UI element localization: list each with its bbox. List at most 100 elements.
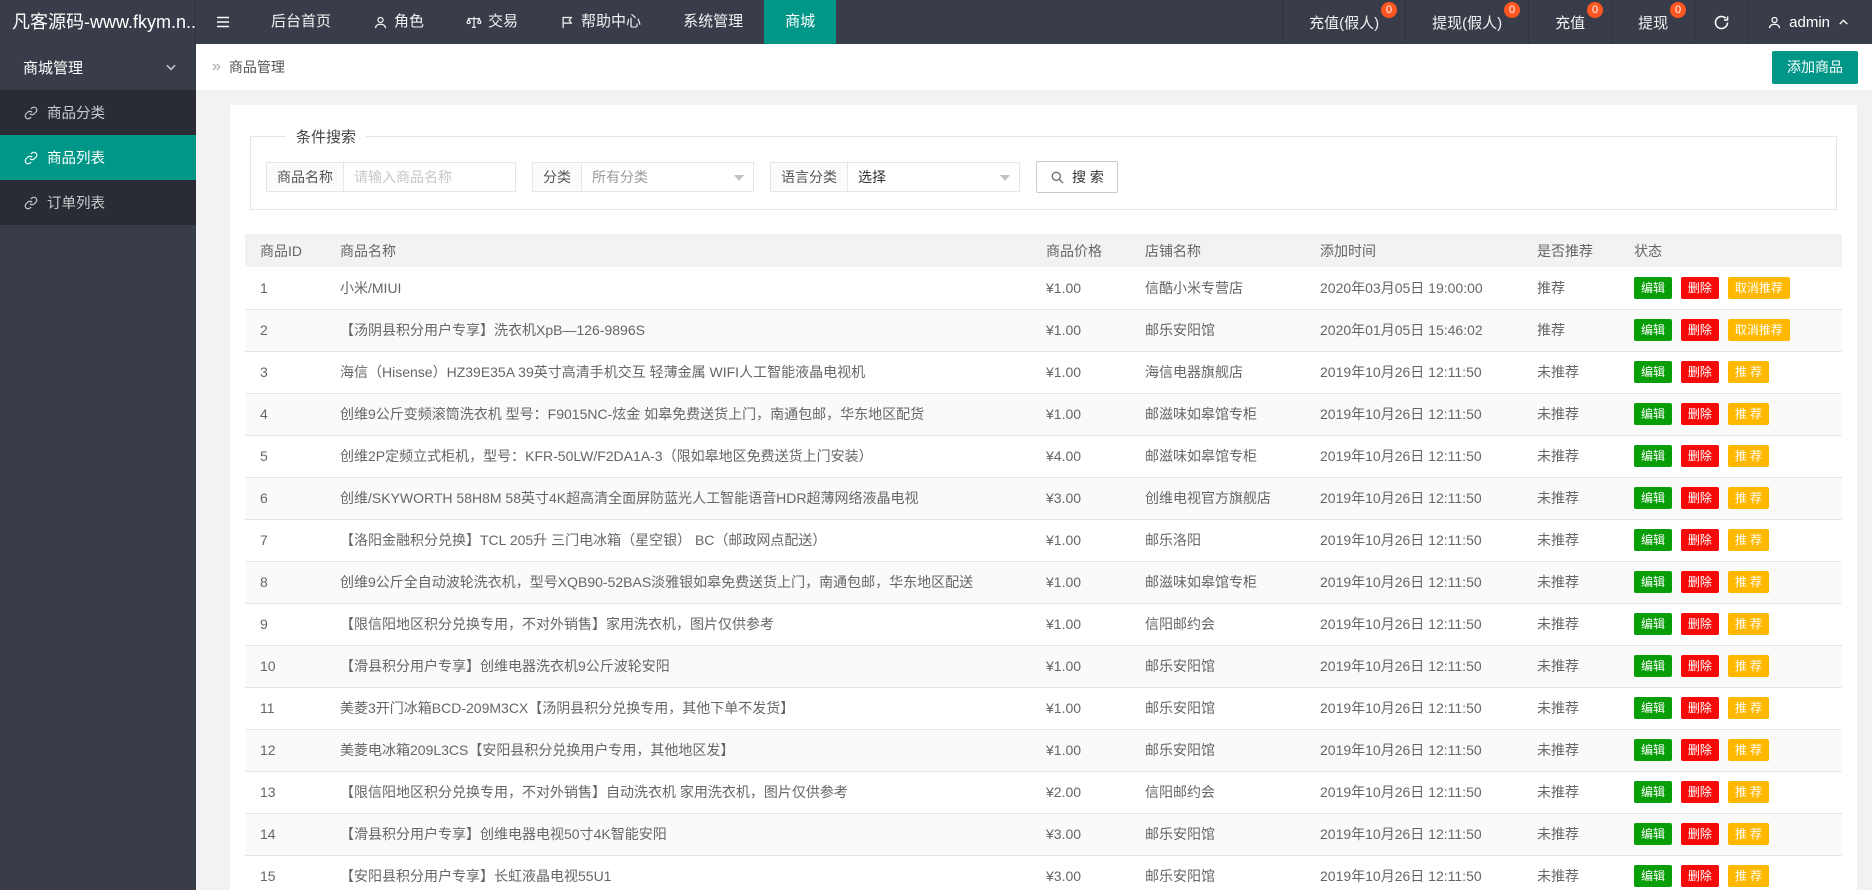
delete-button[interactable]: 删除: [1680, 655, 1719, 677]
delete-button[interactable]: 删除: [1680, 529, 1719, 551]
edit-button[interactable]: 编辑: [1634, 739, 1673, 761]
topbar: 凡客源码-www.fkym.n... 后台首页 角色 交易 帮助中心 系统管理 …: [0, 0, 1872, 44]
edit-button[interactable]: 编辑: [1634, 361, 1673, 383]
app-logo: 凡客源码-www.fkym.n...: [0, 0, 196, 44]
cell-actions: 编辑 删除 推 荐: [1619, 645, 1842, 688]
add-product-button[interactable]: 添加商品: [1772, 50, 1858, 84]
recommend-toggle-button[interactable]: 取消推荐: [1727, 276, 1790, 299]
recommend-toggle-button[interactable]: 推 荐: [1727, 613, 1770, 635]
cell-product-id: 14: [245, 813, 325, 856]
delete-button[interactable]: 删除: [1680, 781, 1719, 803]
product-name-field-group: 商品名称: [266, 162, 516, 192]
search-button[interactable]: 搜 索: [1036, 161, 1118, 193]
user-menu[interactable]: admin: [1748, 0, 1872, 44]
sidebar-group-mall-management[interactable]: 商城管理: [0, 44, 196, 90]
cell-product-name: 【洛阳金融积分兑换】TCL 205升 三门电冰箱（星空银） BC（邮政网点配送）: [325, 519, 1031, 562]
category-field-group: 分类 所有分类: [532, 162, 754, 192]
edit-button[interactable]: 编辑: [1634, 655, 1673, 677]
cell-actions: 编辑 删除 推 荐: [1619, 855, 1842, 890]
delete-button[interactable]: 删除: [1680, 697, 1719, 719]
edit-button[interactable]: 编辑: [1634, 613, 1673, 635]
cell-product-name: 海信（Hisense）HZ39E35A 39英寸高清手机交互 轻薄金属 WIFI…: [325, 351, 1031, 394]
quick-withdraw-fake[interactable]: 提现(假人) 0: [1405, 0, 1528, 44]
column-header: 添加时间: [1305, 234, 1522, 267]
edit-button[interactable]: 编辑: [1634, 529, 1673, 551]
quick-recharge-fake[interactable]: 充值(假人) 0: [1282, 0, 1405, 44]
edit-button[interactable]: 编辑: [1634, 823, 1673, 845]
table-row: 7 【洛阳金融积分兑换】TCL 205升 三门电冰箱（星空银） BC（邮政网点配…: [245, 519, 1842, 562]
delete-button[interactable]: 删除: [1680, 823, 1719, 845]
sidebar-item-product-category[interactable]: 商品分类: [0, 90, 196, 135]
cell-product-name: 小米/MIUI: [325, 267, 1031, 310]
recommend-toggle-button[interactable]: 推 荐: [1727, 361, 1770, 383]
delete-button[interactable]: 删除: [1680, 361, 1719, 383]
edit-button[interactable]: 编辑: [1634, 403, 1673, 425]
edit-button[interactable]: 编辑: [1634, 781, 1673, 803]
sidebar-item-order-list[interactable]: 订单列表: [0, 180, 196, 225]
nav-item-home[interactable]: 后台首页: [250, 0, 352, 44]
nav-item-help-center[interactable]: 帮助中心: [539, 0, 662, 44]
recommend-toggle-button[interactable]: 推 荐: [1727, 529, 1770, 551]
language-select[interactable]: 选择: [848, 162, 1020, 192]
table-row: 6 创维/SKYWORTH 58H8M 58英寸4K超高清全面屏防蓝光人工智能语…: [245, 477, 1842, 520]
nav-item-trade[interactable]: 交易: [445, 0, 539, 44]
cell-product-id: 9: [245, 603, 325, 646]
cell-product-name: 美菱3开门冰箱BCD-209M3CX【汤阴县积分兑换专用，其他下单不发货】: [325, 687, 1031, 730]
edit-button[interactable]: 编辑: [1634, 865, 1673, 887]
delete-button[interactable]: 删除: [1680, 276, 1719, 299]
recommend-toggle-button[interactable]: 推 荐: [1727, 487, 1770, 509]
delete-button[interactable]: 删除: [1680, 487, 1719, 509]
quick-recharge[interactable]: 充值 0: [1528, 0, 1611, 44]
cell-product-price: ¥1.00: [1031, 729, 1130, 772]
product-name-input[interactable]: [344, 162, 516, 192]
recommend-toggle-button[interactable]: 推 荐: [1727, 823, 1770, 845]
recommend-toggle-button[interactable]: 推 荐: [1727, 781, 1770, 803]
table-row: 11 美菱3开门冰箱BCD-209M3CX【汤阴县积分兑换专用，其他下单不发货】…: [245, 687, 1842, 730]
recommend-toggle-button[interactable]: 推 荐: [1727, 865, 1770, 887]
cell-product-name: 【限信阳地区积分兑换专用，不对外销售】自动洗衣机 家用洗衣机，图片仅供参考: [325, 771, 1031, 814]
cell-added-time: 2019年10月26日 12:11:50: [1305, 729, 1522, 772]
table-row: 8 创维9公斤全自动波轮洗衣机，型号XQB90-52BAS淡雅银如皋免费送货上门…: [245, 561, 1842, 604]
column-header: 状态: [1619, 234, 1842, 267]
recommend-toggle-button[interactable]: 推 荐: [1727, 571, 1770, 593]
cell-added-time: 2019年10月26日 12:11:50: [1305, 813, 1522, 856]
delete-button[interactable]: 删除: [1680, 865, 1719, 887]
recommend-toggle-button[interactable]: 推 荐: [1727, 445, 1770, 467]
recommend-toggle-button[interactable]: 推 荐: [1727, 697, 1770, 719]
quick-withdraw[interactable]: 提现 0: [1611, 0, 1694, 44]
delete-button[interactable]: 删除: [1680, 613, 1719, 635]
cell-product-id: 13: [245, 771, 325, 814]
edit-button[interactable]: 编辑: [1634, 571, 1673, 593]
refresh-button[interactable]: [1694, 0, 1748, 44]
recommend-toggle-button[interactable]: 推 荐: [1727, 655, 1770, 677]
cell-actions: 编辑 删除 推 荐: [1619, 435, 1842, 478]
delete-button[interactable]: 删除: [1680, 319, 1719, 341]
cell-added-time: 2019年10月26日 12:11:50: [1305, 855, 1522, 890]
nav-item-system[interactable]: 系统管理: [662, 0, 764, 44]
nav-item-role[interactable]: 角色: [352, 0, 445, 44]
filter-fieldset: 条件搜索 商品名称 分类 所有分类 语言分类 选择: [250, 126, 1837, 210]
delete-button[interactable]: 删除: [1680, 571, 1719, 593]
cell-recommend-status: 推荐: [1522, 309, 1619, 352]
menu-toggle-button[interactable]: [196, 0, 250, 44]
edit-button[interactable]: 编辑: [1634, 445, 1673, 467]
category-select[interactable]: 所有分类: [582, 162, 754, 192]
nav-item-mall[interactable]: 商城: [764, 0, 837, 44]
recommend-toggle-button[interactable]: 取消推荐: [1727, 319, 1790, 341]
delete-button[interactable]: 删除: [1680, 445, 1719, 467]
edit-button[interactable]: 编辑: [1634, 319, 1673, 341]
delete-button[interactable]: 删除: [1680, 739, 1719, 761]
edit-button[interactable]: 编辑: [1634, 487, 1673, 509]
cell-product-price: ¥4.00: [1031, 435, 1130, 478]
products-table: 商品ID 商品名称 商品价格 店铺名称 添加时间 是否推荐 状态 1 小米/MIUI ¥1.…: [245, 234, 1842, 890]
cell-actions: 编辑 删除 推 荐: [1619, 687, 1842, 730]
products-table-head-row: 商品ID 商品名称 商品价格 店铺名称 添加时间 是否推荐 状态: [245, 234, 1842, 267]
delete-button[interactable]: 删除: [1680, 403, 1719, 425]
recommend-toggle-button[interactable]: 推 荐: [1727, 739, 1770, 761]
recommend-toggle-button[interactable]: 推 荐: [1727, 403, 1770, 425]
cell-recommend-status: 未推荐: [1522, 519, 1619, 562]
sidebar-item-product-list[interactable]: 商品列表: [0, 135, 196, 180]
edit-button[interactable]: 编辑: [1634, 276, 1673, 299]
edit-button[interactable]: 编辑: [1634, 697, 1673, 719]
table-row: 9 【限信阳地区积分兑换专用，不对外销售】家用洗衣机，图片仅供参考 ¥1.00 …: [245, 603, 1842, 646]
